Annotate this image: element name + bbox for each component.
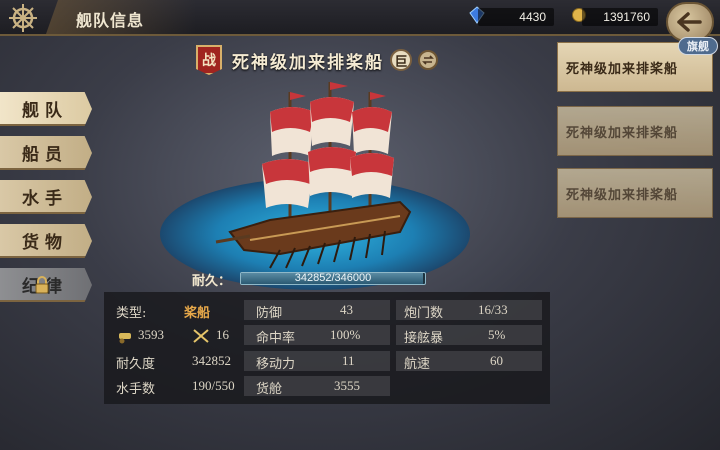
fleet-ship-name: 死神级加来排桨船 — [566, 125, 679, 141]
fleet-ship-card[interactable]: 死神级加来排桨船 旗舰 — [557, 37, 718, 92]
speed-value: 60 — [490, 353, 503, 368]
sailors-label: 水手数 — [116, 382, 156, 397]
fleet-ship-name: 死神级加来排桨船 — [566, 187, 679, 203]
ship-name: 死神级加来排桨船 — [232, 52, 384, 73]
menu-fleet-label: 舰队 — [22, 100, 68, 121]
menu-sailors-label: 水手 — [22, 188, 68, 209]
menu-cargo-label: 货物 — [22, 232, 68, 253]
gold-count: 1391760 — [582, 8, 658, 26]
durability-stat-label: 耐久度 — [116, 357, 156, 372]
size-badge: 巨 — [390, 49, 412, 71]
mobility-label: 移动力 — [256, 357, 296, 372]
gunport-value: 16/33 — [478, 302, 508, 317]
gem-count: 4430 — [478, 8, 554, 26]
fleet-ship-card[interactable]: 死神级加来排桨船 — [557, 168, 713, 218]
menu-sailors[interactable]: 水手 — [0, 180, 92, 214]
durability-stat-value: 342852 — [192, 353, 231, 368]
defense-label: 防御 — [256, 306, 283, 321]
cargo-value: 3555 — [334, 378, 360, 393]
page-title: 舰队信息 — [76, 11, 145, 30]
durability-bar: 342852/346000 — [240, 272, 426, 285]
menu-discipline[interactable]: 纪律 — [0, 268, 92, 302]
war-badge: 战 — [196, 45, 222, 75]
gunport-label: 炮门数 — [404, 306, 444, 321]
menu-crew-label: 船员 — [22, 144, 68, 165]
back-arrow-icon — [677, 12, 702, 32]
swap-icon[interactable] — [418, 50, 438, 70]
cannon-count: 3593 — [138, 327, 164, 342]
lock-icon — [35, 276, 49, 294]
sailors-value: 190/550 — [192, 378, 235, 393]
hit-value: 100% — [330, 327, 361, 342]
boarding-value: 5% — [488, 327, 506, 342]
crossed-swords-icon — [193, 329, 209, 343]
durability-label: 耐久： — [192, 274, 232, 289]
speed-label: 航速 — [404, 357, 431, 372]
menu-fleet[interactable]: 舰队 — [0, 92, 92, 126]
hit-label: 命中率 — [256, 331, 296, 346]
boarding-label: 接舷暴 — [404, 331, 444, 346]
fleet-ship-card[interactable]: 死神级加来排桨船 — [557, 106, 713, 156]
mobility-value: 11 — [342, 353, 355, 368]
back-button[interactable] — [666, 2, 714, 42]
flagship-badge: 旗舰 — [678, 37, 718, 55]
fleet-ship-name: 死神级加来排桨船 — [566, 61, 679, 77]
menu-crew[interactable]: 船员 — [0, 136, 92, 170]
galley-ship-image — [215, 82, 412, 269]
top-bar: 舰队信息 4430 1391760 — [0, 0, 720, 42]
crew-count: 16 — [216, 327, 229, 342]
menu-cargo[interactable]: 货物 — [0, 224, 92, 258]
stats-panel: 类型: 桨船 3593 16 耐久度 342852 水手数 190/550 防御… — [104, 292, 550, 404]
ship-wheel-icon[interactable] — [4, 0, 42, 36]
cargo-label: 货舱 — [256, 382, 283, 397]
defense-value: 43 — [340, 302, 353, 317]
cannon-icon — [119, 333, 131, 344]
type-value: 桨船 — [184, 305, 211, 320]
type-label: 类型: — [116, 306, 147, 321]
durability-text: 342852/346000 — [294, 272, 372, 284]
